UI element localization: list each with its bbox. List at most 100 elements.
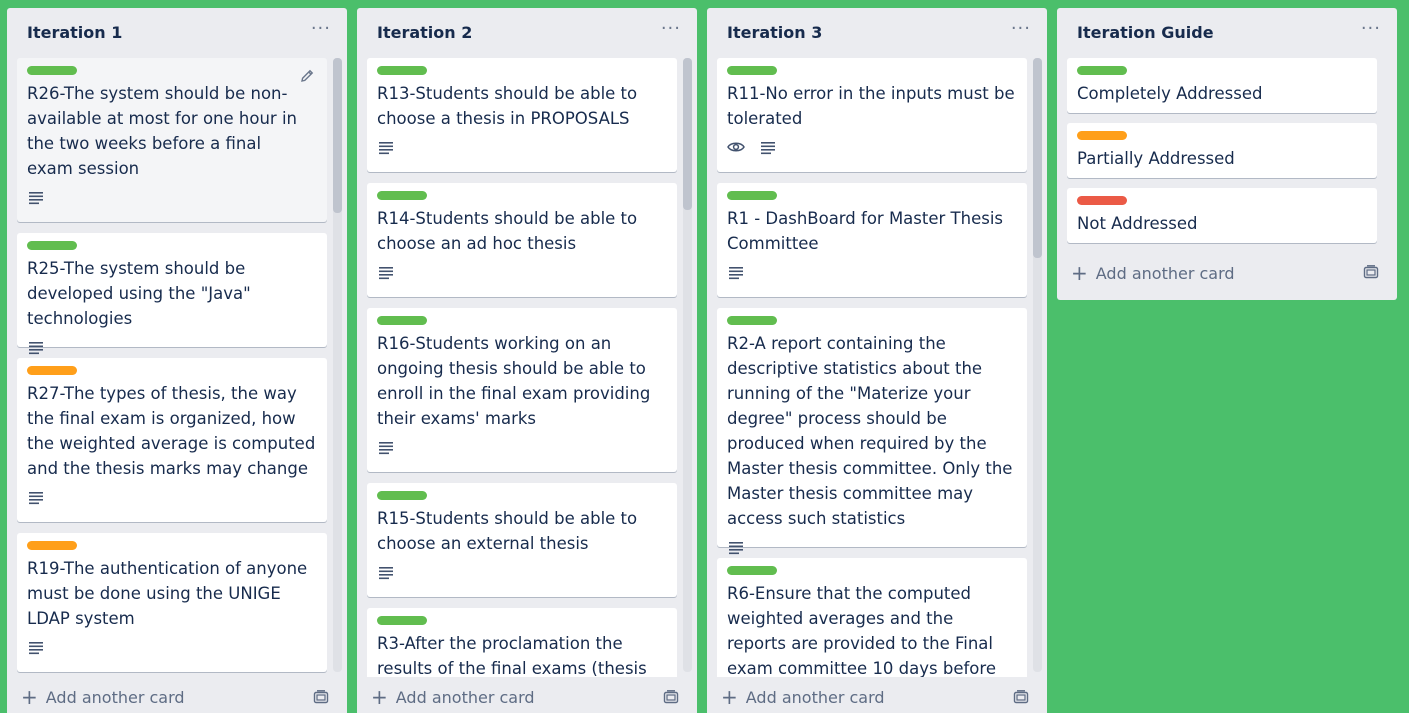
label-green[interactable]: [377, 616, 427, 625]
list-menu-icon[interactable]: ···: [661, 18, 681, 39]
list-title[interactable]: Iteration 2: [377, 23, 472, 42]
card-title: Completely Addressed: [1077, 84, 1263, 103]
label-green[interactable]: [377, 316, 427, 325]
add-card-button[interactable]: + Add another card: [721, 683, 885, 711]
scrollbar-thumb[interactable]: [1033, 58, 1042, 258]
card[interactable]: R2-A report containing the descriptive s…: [717, 308, 1027, 555]
scrollbar[interactable]: [333, 58, 342, 672]
add-card-button[interactable]: + Add another card: [21, 683, 185, 711]
card-title: R14-Students should be able to choose an…: [377, 209, 638, 253]
list-iteration-1: Iteration 1 ··· R26-The system should be…: [7, 8, 347, 713]
scrollbar[interactable]: [1033, 58, 1042, 672]
list-header: Iteration Guide ···: [1057, 8, 1397, 58]
label-green[interactable]: [27, 241, 77, 250]
card-title: R19-The authentication of anyone must be…: [27, 559, 308, 628]
card-badges: [377, 135, 667, 159]
label-red[interactable]: [1077, 196, 1127, 205]
card[interactable]: Not Addressed: [1067, 188, 1377, 243]
plus-icon: +: [371, 685, 388, 709]
card[interactable]: R1 - DashBoard for Master Thesis Committ…: [717, 183, 1027, 297]
description-icon: [379, 267, 393, 280]
list-title[interactable]: Iteration Guide: [1077, 23, 1214, 42]
description-icon: [729, 267, 743, 280]
scrollbar[interactable]: [683, 58, 692, 672]
card-badges: [727, 260, 1017, 284]
card[interactable]: R27-The types of thesis, the way the fin…: [17, 358, 327, 522]
card[interactable]: Completely Addressed: [1067, 58, 1377, 113]
plus-icon: +: [1071, 261, 1088, 285]
card[interactable]: R6-Ensure that the computed weighted ave…: [717, 558, 1027, 677]
add-card-button[interactable]: + Add another card: [1071, 259, 1235, 287]
list-header: Iteration 2 ···: [357, 8, 697, 58]
list-header: Iteration 3 ···: [707, 8, 1047, 58]
list-cards: Completely Addressed Partially Addressed…: [1057, 58, 1397, 248]
list-iteration-2: Iteration 2 ··· R13-Students should be a…: [357, 8, 697, 713]
card-badges: [27, 635, 317, 659]
card[interactable]: R15-Students should be able to choose an…: [367, 483, 677, 597]
description-icon: [761, 142, 775, 155]
plus-icon: +: [721, 685, 738, 709]
label-green[interactable]: [727, 66, 777, 75]
description-icon: [29, 642, 43, 655]
card-title: R1 - DashBoard for Master Thesis Committ…: [727, 209, 1004, 253]
add-card-button[interactable]: + Add another card: [371, 683, 535, 711]
card-badges: [27, 185, 317, 209]
list-iteration-guide: Iteration Guide ··· Completely Addressed…: [1057, 8, 1397, 300]
card[interactable]: R14-Students should be able to choose an…: [367, 183, 677, 297]
card-badges: [27, 335, 317, 359]
description-icon: [379, 142, 393, 155]
card-badges: [727, 135, 1017, 159]
label-orange[interactable]: [1077, 131, 1127, 140]
card[interactable]: R25-The system should be developed using…: [17, 233, 327, 355]
card-title: R15-Students should be able to choose an…: [377, 509, 638, 553]
list-cards: R11-No error in the inputs must be toler…: [707, 58, 1047, 677]
label-green[interactable]: [377, 191, 427, 200]
list-title[interactable]: Iteration 1: [27, 23, 122, 42]
card[interactable]: R16-Students working on an ongoing thesi…: [367, 308, 677, 472]
card[interactable]: R19-The authentication of anyone must be…: [17, 533, 327, 672]
description-icon: [29, 342, 43, 355]
list-header: Iteration 1 ···: [7, 8, 347, 58]
card[interactable]: R11-No error in the inputs must be toler…: [717, 58, 1027, 172]
card-badges: [377, 260, 667, 284]
card-title: R27-The types of thesis, the way the fin…: [27, 384, 316, 478]
label-green[interactable]: [27, 66, 77, 75]
label-green[interactable]: [727, 566, 777, 575]
card[interactable]: R13-Students should be able to choose a …: [367, 58, 677, 172]
label-orange[interactable]: [27, 366, 77, 375]
card-template-icon[interactable]: [663, 689, 679, 705]
edit-pencil-icon[interactable]: [299, 68, 315, 84]
card-template-icon[interactable]: [1013, 689, 1029, 705]
card-title: R3-After the proclamation the results of…: [377, 634, 647, 677]
label-green[interactable]: [727, 316, 777, 325]
card-title: R16-Students working on an ongoing thesi…: [377, 334, 651, 428]
scrollbar-thumb[interactable]: [333, 58, 342, 213]
list-menu-icon[interactable]: ···: [1361, 18, 1381, 39]
list-title[interactable]: Iteration 3: [727, 23, 822, 42]
label-green[interactable]: [377, 66, 427, 75]
add-card-label: Add another card: [745, 687, 885, 707]
card[interactable]: R3-After the proclamation the results of…: [367, 608, 677, 677]
label-orange[interactable]: [27, 541, 77, 550]
list-menu-icon[interactable]: ···: [1011, 18, 1031, 39]
description-icon: [29, 492, 43, 505]
label-green[interactable]: [377, 491, 427, 500]
description-icon: [29, 192, 43, 205]
label-green[interactable]: [727, 191, 777, 200]
card-title: R6-Ensure that the computed weighted ave…: [727, 584, 996, 677]
card-title: R25-The system should be developed using…: [27, 259, 251, 328]
card-badges: [27, 485, 317, 509]
scrollbar-thumb[interactable]: [683, 58, 692, 210]
card[interactable]: Partially Addressed: [1067, 123, 1377, 178]
add-card-label: Add another card: [1095, 263, 1235, 283]
card[interactable]: R26-The system should be non-available a…: [17, 58, 327, 222]
card-badges: [727, 535, 1017, 559]
card-badges: [377, 435, 667, 459]
plus-icon: +: [21, 685, 38, 709]
label-green[interactable]: [1077, 66, 1127, 75]
list-menu-icon[interactable]: ···: [311, 18, 331, 39]
list-iteration-3: Iteration 3 ··· R11-No error in the inpu…: [707, 8, 1047, 713]
card-template-icon[interactable]: [313, 689, 329, 705]
card-template-icon[interactable]: [1363, 264, 1379, 280]
description-icon: [379, 567, 393, 580]
